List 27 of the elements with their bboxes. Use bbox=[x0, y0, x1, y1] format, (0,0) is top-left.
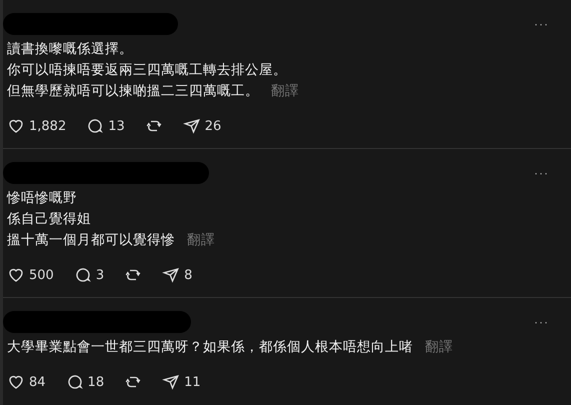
share-button[interactable]: 8 bbox=[162, 266, 192, 284]
more-button[interactable]: ··· bbox=[534, 17, 549, 31]
like-button[interactable]: 1,882 bbox=[7, 117, 66, 135]
send-icon bbox=[182, 117, 201, 135]
heart-icon bbox=[7, 266, 25, 284]
comment-icon bbox=[86, 117, 104, 135]
post-text: 讀書換嚟嘅係選擇。 你可以唔揀唔要返兩三四萬嘅工轉去排公屋。 但無學歷就唔可以揀啲搵二三四萬嘅工。 翻譯 bbox=[7, 40, 300, 101]
more-button[interactable]: ··· bbox=[534, 166, 549, 180]
translate-link[interactable]: 翻譯 bbox=[187, 232, 215, 248]
send-icon bbox=[162, 266, 180, 284]
comment-icon bbox=[74, 266, 92, 284]
comment-icon bbox=[66, 373, 84, 391]
send-icon bbox=[162, 373, 180, 391]
translate-link[interactable]: 翻譯 bbox=[271, 83, 299, 99]
share-button[interactable]: 11 bbox=[162, 373, 201, 391]
post-text: 慘唔慘嘅野 係自己覺得姐 搵十萬一個月都可以覺得慘 翻譯 bbox=[7, 189, 216, 250]
translate-link[interactable]: 翻譯 bbox=[425, 339, 453, 355]
reply-button[interactable]: 18 bbox=[66, 373, 104, 391]
reply-button[interactable]: 13 bbox=[86, 117, 125, 135]
like-button[interactable]: 84 bbox=[7, 373, 46, 391]
heart-icon bbox=[7, 373, 25, 391]
share-button[interactable]: 26 bbox=[182, 117, 222, 135]
like-button[interactable]: 500 bbox=[7, 266, 54, 284]
reply-button[interactable]: 3 bbox=[74, 266, 104, 284]
post-text: 大學畢業點會一世都三四萬呀？如果係，都係個人根本唔想向上啫 翻譯 bbox=[7, 338, 454, 357]
more-button[interactable]: ··· bbox=[534, 315, 549, 329]
heart-icon bbox=[7, 117, 25, 135]
